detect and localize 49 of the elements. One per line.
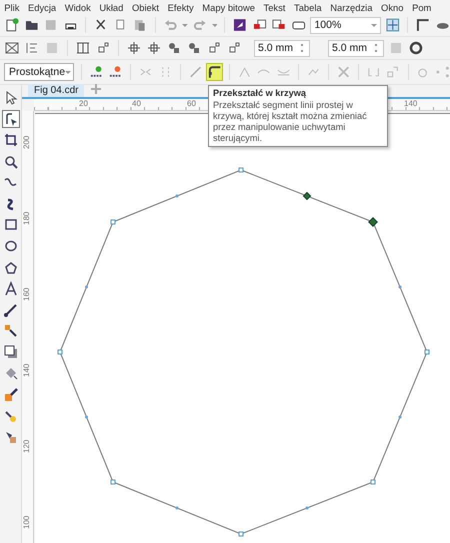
menu-item[interactable]: Mapy bitowe (198, 2, 260, 12)
caret-icon[interactable] (182, 24, 188, 26)
align-icon[interactable] (24, 40, 40, 56)
menu-item[interactable]: Obiekt (128, 2, 164, 12)
caret-icon (370, 24, 377, 26)
tooltip-text: Przekształć segment linii prostej w krzywą, której kształt można zmieniać przez manipulowanie uchwytami sterującymi. (213, 100, 368, 144)
caret-icon[interactable] (212, 24, 218, 26)
zoom-dropdown[interactable]: 100% (310, 16, 381, 34)
menu-item[interactable]: Efekty (163, 2, 198, 12)
ruler-label: 140 (22, 364, 31, 377)
columns-icon[interactable] (75, 40, 91, 56)
curve-type-dropdown[interactable]: Prostokątne (4, 63, 74, 81)
crosshair-icon[interactable] (126, 40, 142, 56)
ruler-label: 100 (22, 516, 31, 529)
shapes-icon[interactable] (186, 40, 202, 56)
menu-item[interactable]: Edycja (24, 2, 60, 12)
add-node-icon[interactable] (88, 64, 104, 80)
menu-item[interactable]: Plik (0, 2, 24, 12)
delete-node-icon[interactable] (108, 64, 124, 80)
menu-item[interactable]: Tabela (290, 2, 326, 12)
caret-icon (65, 70, 71, 74)
launcher-icon[interactable] (232, 17, 248, 33)
menu-item[interactable]: Pom (408, 2, 432, 12)
ruler-label: 20 (79, 99, 88, 108)
ruler-label: 180 (22, 212, 31, 225)
settings-icon[interactable] (408, 40, 424, 56)
menu-item[interactable]: Tekst (259, 2, 290, 12)
document-tab[interactable]: Fig 04.cdr (28, 84, 84, 97)
menu-item[interactable]: Układ (95, 2, 128, 12)
grid-icon[interactable] (384, 17, 400, 33)
shapes-icon[interactable] (166, 40, 182, 56)
curve-icon[interactable] (206, 64, 222, 80)
menu-item[interactable]: Widok (60, 2, 96, 12)
ruler-label: 200 (22, 136, 31, 149)
menu-item[interactable]: Narzędzia (326, 2, 377, 12)
frame-icon[interactable] (415, 17, 431, 33)
menu-item[interactable]: Okno (376, 2, 408, 12)
ruler-label: 40 (132, 99, 141, 108)
crosshair-icon[interactable] (146, 40, 162, 56)
crossed-box-icon[interactable] (4, 40, 20, 56)
ruler-label: 160 (22, 288, 31, 301)
shape-tool-icon[interactable] (2, 110, 20, 128)
ruler-label: 60 (187, 99, 196, 108)
tooltip-title: Przekształć w krzywą (213, 88, 307, 99)
nudge-x-field[interactable]: 5.0 mm (254, 40, 310, 56)
nudge-y-field[interactable]: 5.0 mm (328, 40, 384, 56)
new-document-icon[interactable] (4, 17, 20, 33)
ruler-label: 120 (22, 440, 31, 453)
ruler-label: 140 (404, 99, 418, 108)
